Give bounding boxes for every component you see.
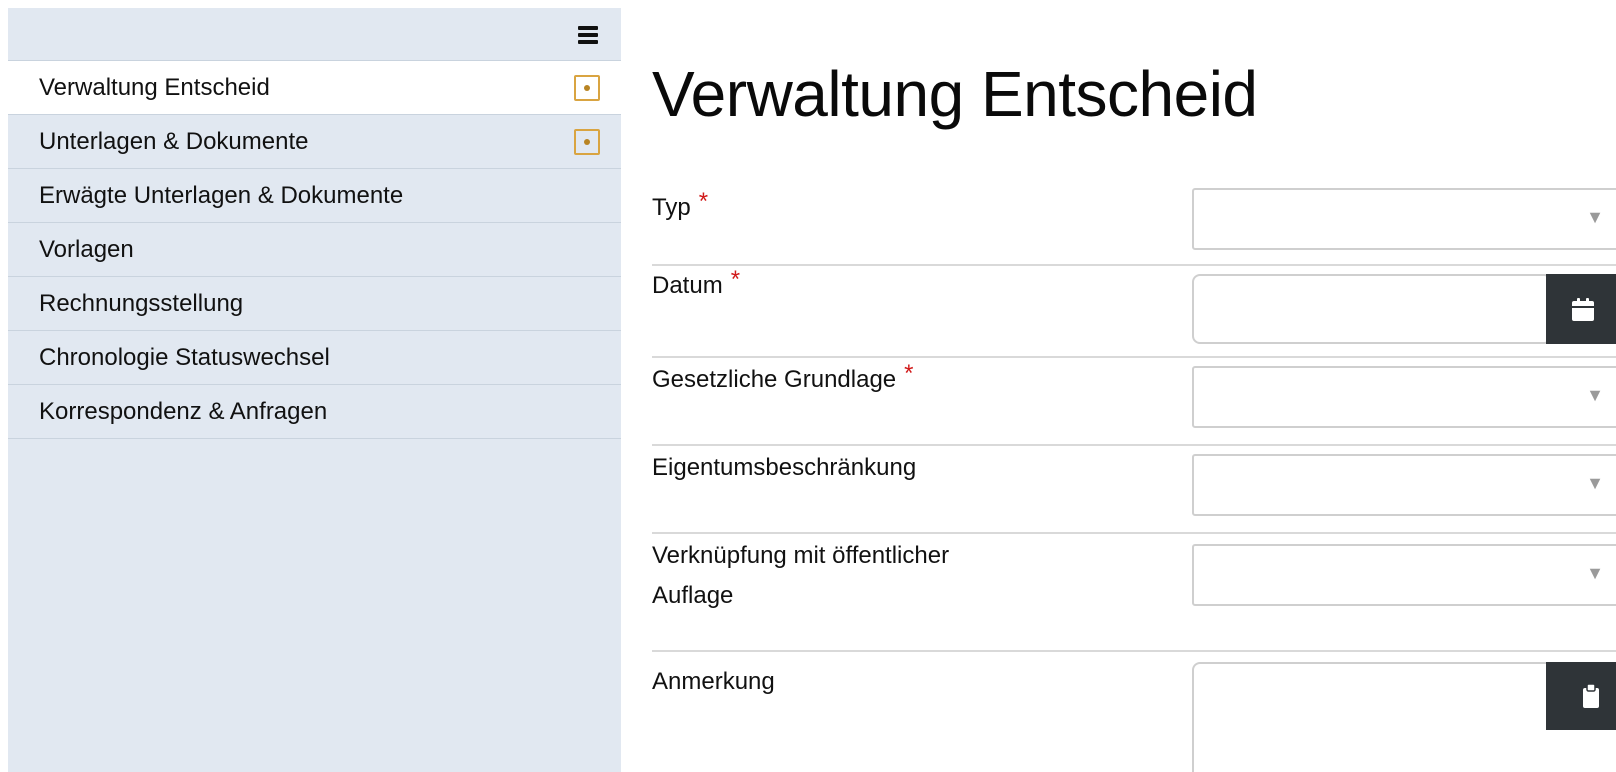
calendar-icon [1572, 298, 1594, 321]
sidebar-item-label: Korrespondenz & Anfragen [39, 397, 328, 425]
main-content: Verwaltung Entscheid Typ * ▼ Datum * Ges… [652, 0, 1616, 772]
sidebar-item-label: Erwägte Unterlagen & Dokumente [39, 181, 404, 209]
clipboard-button[interactable] [1546, 662, 1616, 730]
field-label-anmerkung: Anmerkung [652, 668, 775, 695]
sidebar-item-label: Unterlagen & Dokumente [39, 127, 309, 155]
sidebar-item-chronologie-statuswechsel[interactable]: Chronologie Statuswechsel [8, 331, 621, 385]
field-label-eigentumsbeschraenkung: Eigentumsbeschränkung [652, 454, 917, 481]
form-row-verknuepfung: Verknüpfung mit öffentlicher Auflage ▼ [652, 534, 1616, 652]
field-label-datum: Datum * [652, 266, 741, 299]
sidebar-nav: Verwaltung Entscheid Unterlagen & Dokume… [8, 61, 621, 439]
required-marker: * [904, 360, 914, 387]
sidebar-item-vorlagen[interactable]: Vorlagen [8, 223, 621, 277]
hamburger-menu-icon[interactable] [576, 24, 600, 46]
sidebar-item-label: Chronologie Statuswechsel [39, 343, 330, 371]
field-label-gesetzliche-grundlage: Gesetzliche Grundlage * [652, 360, 914, 393]
sidebar-item-unterlagen-dokumente[interactable]: Unterlagen & Dokumente [8, 115, 621, 169]
chevron-down-icon: ▼ [1586, 207, 1604, 227]
sidebar: Verwaltung Entscheid Unterlagen & Dokume… [8, 8, 621, 772]
gesetzliche-grundlage-select[interactable]: ▼ [1192, 366, 1616, 428]
status-square-dot-icon [574, 128, 600, 155]
required-marker: * [698, 188, 709, 215]
form-row-gesetzliche-grundlage: Gesetzliche Grundlage * ▼ [652, 358, 1616, 446]
datepicker-button[interactable] [1546, 274, 1616, 344]
sidebar-item-label: Vorlagen [39, 235, 134, 263]
form-row-typ: Typ * ▼ [652, 170, 1616, 266]
sidebar-item-erwaegte-unterlagen[interactable]: Erwägte Unterlagen & Dokumente [8, 169, 621, 223]
app-window: Verwaltung Entscheid Unterlagen & Dokume… [0, 0, 1616, 772]
chevron-down-icon: ▼ [1586, 385, 1604, 405]
clipboard-icon [1583, 683, 1599, 708]
field-label-verknuepfung: Verknüpfung mit öffentlicher Auflage [652, 542, 950, 609]
status-square-dot-icon [574, 74, 600, 101]
typ-select[interactable]: ▼ [1192, 188, 1616, 250]
sidebar-item-verwaltung-entscheid[interactable]: Verwaltung Entscheid [8, 61, 621, 115]
chevron-down-icon: ▼ [1586, 473, 1604, 493]
page-title: Verwaltung Entscheid [652, 58, 1258, 130]
eigentumsbeschraenkung-select[interactable]: ▼ [1192, 454, 1616, 516]
form-row-anmerkung: Anmerkung [652, 652, 1616, 772]
chevron-down-icon: ▼ [1586, 563, 1604, 583]
verknuepfung-select[interactable]: ▼ [1192, 544, 1616, 606]
sidebar-header [8, 8, 621, 61]
required-marker: * [730, 266, 741, 293]
sidebar-item-korrespondenz-anfragen[interactable]: Korrespondenz & Anfragen [8, 385, 621, 439]
form-row-datum: Datum * [652, 266, 1616, 358]
sidebar-item-rechnungsstellung[interactable]: Rechnungsstellung [8, 277, 621, 331]
sidebar-item-label: Rechnungsstellung [39, 289, 244, 317]
datum-input-wrapper [1192, 274, 1552, 344]
form-row-eigentumsbeschraenkung: Eigentumsbeschränkung ▼ [652, 446, 1616, 534]
field-label-typ: Typ * [652, 188, 709, 221]
datum-input[interactable] [1194, 276, 1550, 342]
sidebar-item-label: Verwaltung Entscheid [39, 73, 270, 101]
